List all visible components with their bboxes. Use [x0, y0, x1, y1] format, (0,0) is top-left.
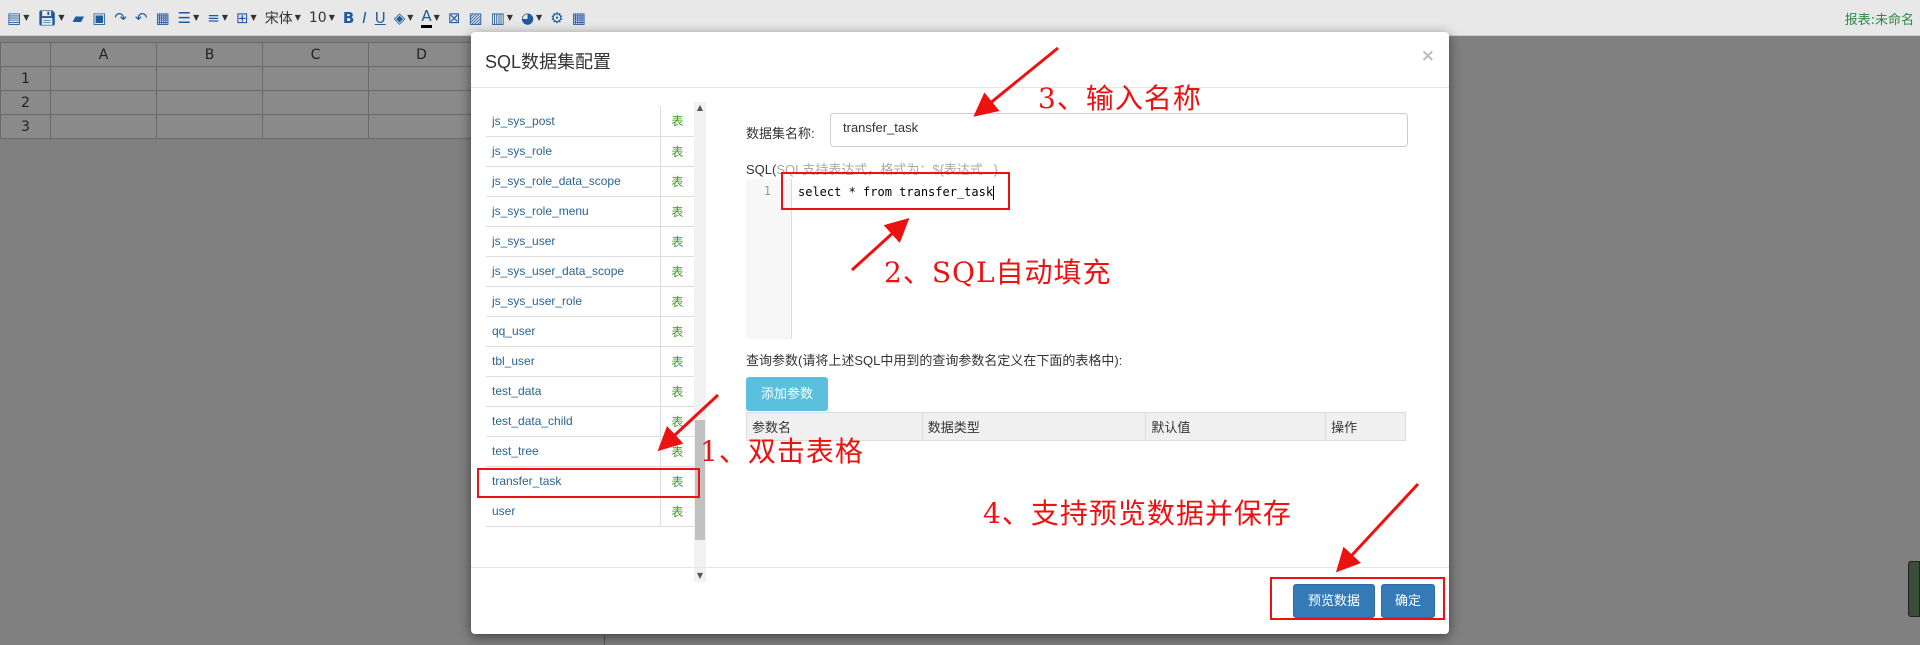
arrow-step1 [657, 393, 720, 452]
arrow-step4 [1335, 482, 1420, 573]
arrow-step2 [850, 217, 910, 272]
annotation-arrows [657, 46, 1420, 573]
arrow-step3 [973, 46, 1059, 117]
